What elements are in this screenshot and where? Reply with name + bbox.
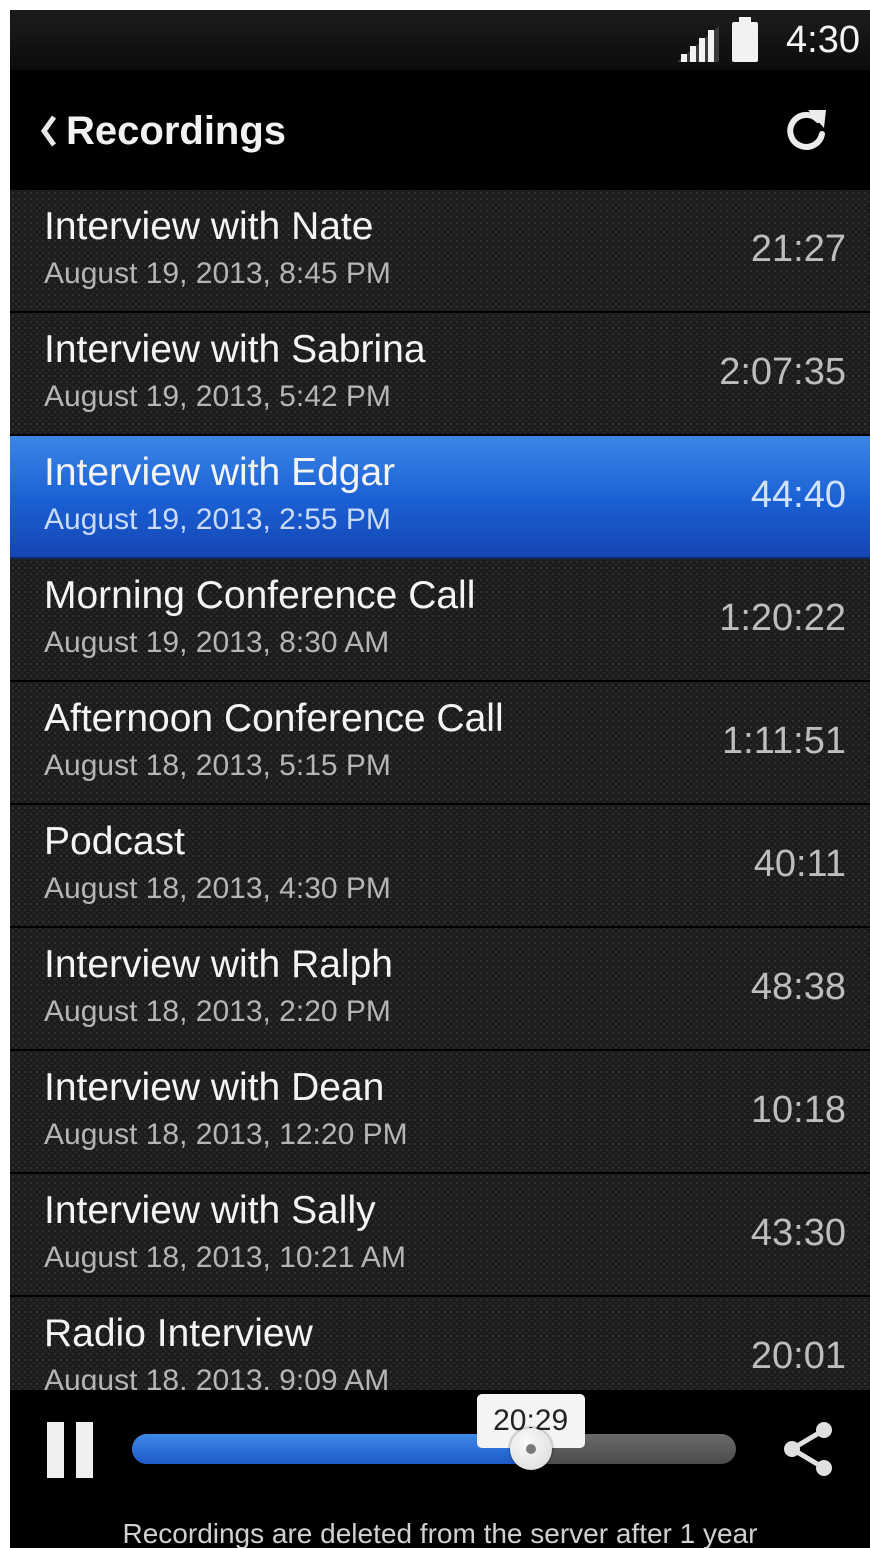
recording-duration: 1:11:51 (722, 720, 846, 762)
recording-row[interactable]: Interview with Edgar August 19, 2013, 2:5… (10, 436, 870, 559)
recording-title: Interview with Ralph (44, 943, 393, 986)
recording-row[interactable]: Interview with Nate August 19, 2013, 8:45… (10, 190, 870, 313)
recording-title: Interview with Sabrina (44, 328, 426, 371)
recording-row[interactable]: Podcast August 18, 2013, 4:30 PM 40:11 (10, 805, 870, 928)
recording-title: Interview with Dean (44, 1066, 385, 1109)
recording-duration: 48:38 (750, 966, 846, 1008)
status-bar: 4:30 (10, 10, 870, 70)
battery-icon (732, 17, 758, 62)
recording-duration: 40:11 (753, 843, 846, 885)
recording-date: August 18, 2013, 10:21 AM (44, 1241, 406, 1274)
recording-row[interactable]: Interview with Sabrina August 19, 2013, 5… (10, 313, 870, 436)
recording-duration: 1:20:22 (719, 597, 846, 639)
recording-duration: 43:30 (750, 1212, 846, 1254)
recording-duration: 20:01 (750, 1335, 846, 1377)
recording-row[interactable]: Interview with Sally August 18, 2013, 10:… (10, 1174, 870, 1297)
recording-duration: 21:27 (750, 228, 846, 270)
seek-bar[interactable]: 20:29 (132, 1394, 736, 1470)
seek-thumb[interactable] (509, 1428, 552, 1470)
recording-duration: 44:40 (750, 474, 846, 516)
recording-title: Radio Interview (44, 1312, 313, 1355)
share-icon[interactable] (780, 1420, 836, 1478)
app-header: Recordings (10, 70, 870, 190)
recording-row[interactable]: Interview with Dean August 18, 2013, 12:2… (10, 1051, 870, 1174)
status-time: 4:30 (786, 19, 860, 61)
recording-date: August 19, 2013, 5:42 PM (44, 380, 391, 413)
recording-date: August 19, 2013, 8:45 PM (44, 257, 391, 290)
recording-title: Interview with Edgar (44, 451, 396, 494)
recording-date: August 18, 2013, 4:30 PM (44, 872, 391, 905)
recording-title: Morning Conference Call (44, 574, 476, 617)
recording-date: August 19, 2013, 2:55 PM (44, 503, 391, 536)
chevron-left-icon[interactable] (40, 114, 58, 148)
recording-row[interactable]: Radio Interview August 18, 2013, 9:09 AM 2… (10, 1297, 870, 1390)
recording-title: Afternoon Conference Call (44, 697, 504, 740)
page-title[interactable]: Recordings (66, 106, 286, 156)
recording-row[interactable]: Afternoon Conference Call August 18, 2013… (10, 682, 870, 805)
refresh-icon[interactable] (782, 104, 830, 156)
phone-screen: 4:30 Recordings Interview with Nate Augus… (10, 10, 870, 1548)
recording-row[interactable]: Morning Conference Call August 19, 2013, … (10, 559, 870, 682)
recording-row[interactable]: Interview with Ralph August 18, 2013, 2:2… (10, 928, 870, 1051)
recording-title: Interview with Sally (44, 1189, 376, 1232)
recording-date: August 18, 2013, 5:15 PM (44, 749, 391, 782)
recording-date: August 19, 2013, 8:30 AM (44, 626, 390, 659)
recording-date: August 18, 2013, 12:20 PM (44, 1118, 408, 1151)
recordings-list[interactable]: Interview with Nate August 19, 2013, 8:45… (10, 190, 870, 1390)
recording-duration: 2:07:35 (719, 351, 846, 393)
footer-note: Recordings are deleted from the server a… (122, 1518, 758, 1548)
seek-bar-progress (132, 1434, 531, 1464)
recording-date: August 18, 2013, 9:09 AM (44, 1364, 390, 1390)
pause-icon[interactable] (47, 1422, 93, 1478)
recording-title: Podcast (44, 820, 185, 863)
recording-title: Interview with Nate (44, 205, 374, 248)
recording-duration: 10:18 (750, 1089, 846, 1131)
recording-date: August 18, 2013, 2:20 PM (44, 995, 391, 1028)
signal-icon (677, 26, 719, 62)
